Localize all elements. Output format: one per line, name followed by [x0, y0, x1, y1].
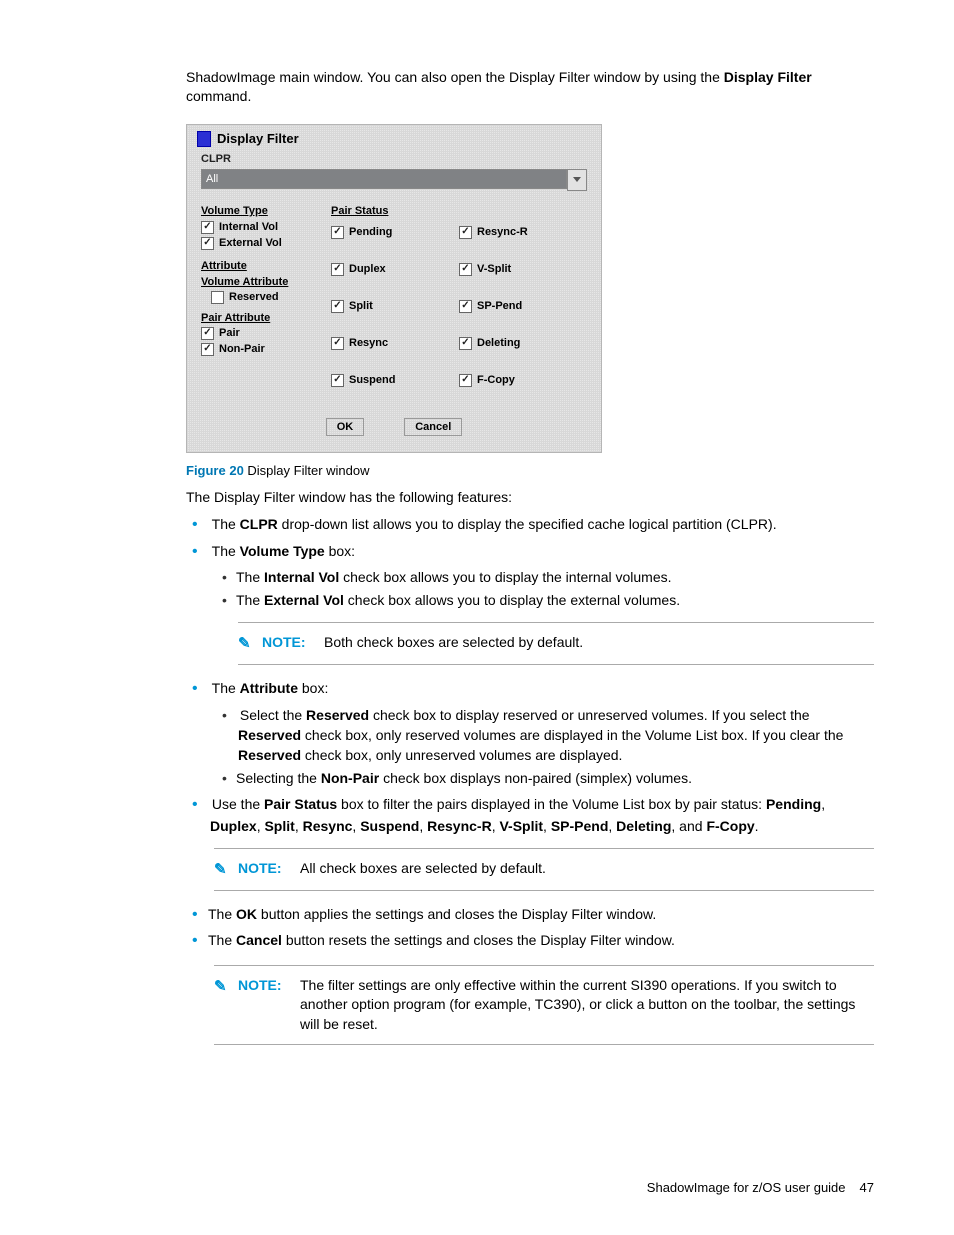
label-duplex: Duplex	[349, 263, 386, 275]
page-footer: ShadowImage for z/OS user guide47	[647, 1180, 874, 1195]
features-lead: The Display Filter window has the follow…	[186, 488, 874, 508]
title-icon	[197, 131, 211, 147]
figure-caption: Figure 20 Display Filter window	[186, 463, 874, 478]
checkbox-vsplit[interactable]: ✓	[459, 263, 472, 276]
list-item: The Internal Vol check box allows you to…	[238, 567, 874, 587]
note-block: ✎ NOTE: The filter settings are only eff…	[214, 965, 874, 1046]
list-item: The External Vol check box allows you to…	[238, 590, 874, 610]
label-pair: Pair	[219, 327, 240, 339]
pair-status-heading: Pair Status	[331, 205, 587, 217]
checkbox-pending[interactable]: ✓	[331, 226, 344, 239]
list-item: The Cancel button resets the settings an…	[210, 929, 874, 952]
label-external-vol: External Vol	[219, 237, 282, 249]
checkbox-sppend[interactable]: ✓	[459, 300, 472, 313]
note-block: ✎ NOTE: Both check boxes are selected by…	[238, 622, 874, 665]
note-text: All check boxes are selected by default.	[300, 859, 874, 880]
clpr-group-label: CLPR	[201, 153, 591, 165]
display-filter-dialog: Display Filter CLPR All Volume Type ✓ Int…	[186, 124, 602, 453]
list-item: Selecting the Non-Pair check box display…	[238, 768, 874, 788]
label-internal-vol: Internal Vol	[219, 221, 278, 233]
cancel-button[interactable]: Cancel	[404, 418, 462, 436]
checkbox-external-vol[interactable]: ✓	[201, 237, 214, 250]
label-pending: Pending	[349, 226, 392, 238]
checkbox-resync[interactable]: ✓	[331, 337, 344, 350]
attribute-heading: Attribute	[201, 260, 321, 272]
list-item: The CLPR drop-down list allows you to di…	[210, 513, 874, 536]
list-item: Select the Reserved check box to display…	[238, 705, 874, 766]
note-label: NOTE:	[238, 859, 290, 880]
checkbox-suspend[interactable]: ✓	[331, 374, 344, 387]
dropdown-button[interactable]	[567, 169, 587, 191]
label-fcopy: F-Copy	[477, 374, 515, 386]
dialog-title: Display Filter	[197, 131, 591, 147]
list-item: The OK button applies the settings and c…	[210, 903, 874, 926]
volume-type-heading: Volume Type	[201, 205, 321, 217]
label-suspend: Suspend	[349, 374, 395, 386]
label-deleting: Deleting	[477, 337, 520, 349]
note-block: ✎ NOTE: All check boxes are selected by …	[214, 848, 874, 891]
checkbox-resyncr[interactable]: ✓	[459, 226, 472, 239]
checkbox-duplex[interactable]: ✓	[331, 263, 344, 276]
label-resync: Resync	[349, 337, 388, 349]
intro-paragraph: ShadowImage main window. You can also op…	[186, 68, 874, 106]
checkbox-internal-vol[interactable]: ✓	[201, 221, 214, 234]
label-reserved: Reserved	[229, 291, 279, 303]
checkbox-split[interactable]: ✓	[331, 300, 344, 313]
label-resyncr: Resync-R	[477, 226, 528, 238]
label-vsplit: V-Split	[477, 263, 511, 275]
checkbox-fcopy[interactable]: ✓	[459, 374, 472, 387]
chevron-down-icon	[573, 177, 581, 182]
clpr-dropdown[interactable]: All	[201, 169, 587, 191]
note-label: NOTE:	[262, 633, 314, 654]
checkbox-pair[interactable]: ✓	[201, 327, 214, 340]
list-item: Use the Pair Status box to filter the pa…	[210, 793, 874, 836]
label-split: Split	[349, 300, 373, 312]
note-text: Both check boxes are selected by default…	[324, 633, 874, 654]
checkbox-nonpair[interactable]: ✓	[201, 343, 214, 356]
note-icon: ✎	[214, 976, 238, 1035]
list-item: The Attribute box: Select the Reserved c…	[210, 677, 874, 788]
note-label: NOTE:	[238, 976, 290, 1035]
volume-attribute-heading: Volume Attribute	[201, 276, 321, 288]
checkbox-deleting[interactable]: ✓	[459, 337, 472, 350]
pair-attribute-heading: Pair Attribute	[201, 312, 321, 324]
note-text: The filter settings are only effective w…	[300, 976, 874, 1035]
clpr-value: All	[201, 169, 567, 189]
label-nonpair: Non-Pair	[219, 343, 265, 355]
note-icon: ✎	[238, 633, 262, 654]
checkbox-reserved[interactable]	[211, 291, 224, 304]
label-sppend: SP-Pend	[477, 300, 522, 312]
ok-button[interactable]: OK	[326, 418, 365, 436]
list-item: The Volume Type box: The Internal Vol ch…	[210, 540, 874, 666]
note-icon: ✎	[214, 859, 238, 880]
